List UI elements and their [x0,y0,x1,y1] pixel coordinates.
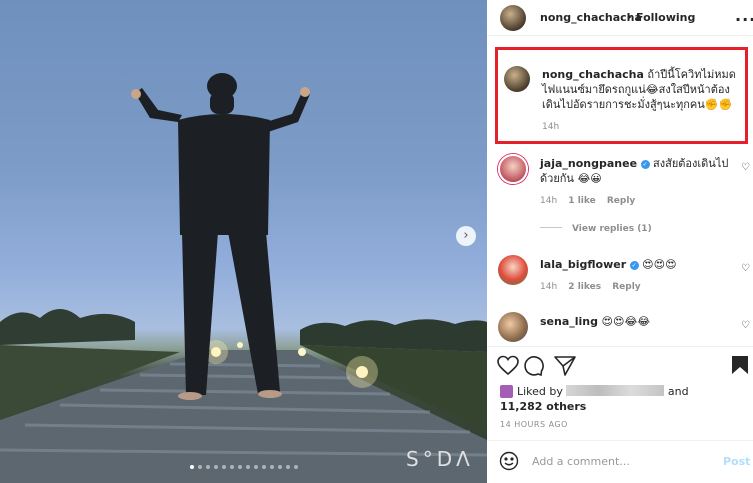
commenter-username[interactable]: sena_ling [540,315,598,328]
comment-likes[interactable]: 1 like [568,196,595,206]
carousel-dot [253,465,258,469]
view-replies-label: View replies (1) [572,224,652,234]
heart-icon[interactable] [497,355,519,376]
comment-body: jaja_nongpanee ✓ สงสัยต้องเดินไป ด้วยกัน… [540,156,730,186]
reply-button[interactable]: Reply [607,196,635,206]
carousel-dot [189,465,194,469]
carousel-dot [221,465,226,469]
comment-meta: 14h 1 like Reply [540,196,643,206]
commenter-avatar[interactable] [498,154,528,184]
reply-button[interactable]: Reply [612,282,640,292]
like-comment-heart-icon[interactable]: ♡ [741,320,750,331]
carousel-dot [261,465,266,469]
share-icon[interactable] [554,356,576,376]
like-comment-heart-icon[interactable]: ♡ [741,263,750,274]
watermark: S°DΛ [406,447,474,471]
divider-line [540,227,562,228]
photo-scene [0,73,487,483]
emoji-icon[interactable] [499,451,519,474]
post-caption: nong_chachacha ถ้าปีนี้โควิทไม่หมด ไฟแนน… [495,47,748,144]
caption-time[interactable]: 14h [542,122,559,132]
commenter-avatar[interactable] [498,255,528,285]
verified-badge-icon: ✓ [629,261,639,270]
caption-text-block: nong_chachacha ถ้าปีนี้โควิทไม่หมด ไฟแนน… [542,67,742,112]
comment-time[interactable]: 14h [540,282,557,292]
commenter-avatar[interactable] [498,312,528,342]
commenter-username[interactable]: jaja_nongpanee [540,157,637,170]
comment-body: sena_ling 😍😍😂😂 [540,314,730,329]
next-photo-button[interactable]: › [456,226,476,246]
following-button[interactable]: Following [636,11,695,24]
header-separator: • [626,11,633,24]
carousel-dot [237,465,242,469]
action-icons [497,355,607,380]
comment-text: 😍😍😂😂 [601,315,651,328]
comment-input[interactable]: Add a comment... [532,455,630,468]
carousel-dot [269,465,274,469]
carousel-dot [285,465,290,469]
carousel-dot [205,465,210,469]
comment-likes[interactable]: 2 likes [568,282,601,292]
comment-time[interactable]: 14h [540,196,557,206]
post-actions: Liked by and 11,282 others 14 HOURS AGO [487,346,753,438]
comment-meta: 14h 2 likes Reply [540,282,649,292]
carousel-dot [245,465,250,469]
add-comment-bar: Add a comment... Post [487,440,753,483]
comment-body: lala_bigflower ✓ 😍😍😍 [540,257,730,272]
like-comment-heart-icon[interactable]: ♡ [741,162,750,173]
post-comment-button[interactable]: Post [723,455,750,468]
post-timestamp[interactable]: 14 HOURS AGO [500,420,568,429]
likes-count[interactable]: 11,282 others [500,400,586,413]
bookmark-icon[interactable] [731,355,749,378]
commenter-username[interactable]: lala_bigflower [540,258,626,271]
comment-text: 😍😍😍 [642,258,677,271]
view-replies-button[interactable]: View replies (1) [540,224,652,234]
post-header: nong_chachacha • Following ... [487,0,753,36]
liked-by-prefix: Liked by [517,385,563,398]
carousel-dot [229,465,234,469]
post-photo[interactable]: › S°DΛ [0,0,487,483]
liked-by-conjunction: and [667,385,689,398]
caption-avatar[interactable] [504,66,530,92]
comment-icon[interactable] [524,356,544,377]
verified-badge-icon: ✓ [640,160,650,169]
more-icon[interactable]: ... [735,6,753,25]
likes-summary: Liked by and 11,282 others [500,384,689,414]
instagram-post-view: › S°DΛ nong_chachacha • Following ... no… [0,0,753,483]
carousel-dot [213,465,218,469]
author-avatar[interactable] [500,5,526,31]
carousel-dot [293,465,298,469]
chevron-right-icon: › [463,228,469,243]
caption-username[interactable]: nong_chachacha [542,68,644,81]
liker-avatar[interactable] [500,385,513,398]
carousel-dot [197,465,202,469]
carousel-dot [277,465,282,469]
post-side-panel: nong_chachacha • Following ... nong_chac… [487,0,753,483]
liker-name-blurred[interactable] [566,385,665,396]
